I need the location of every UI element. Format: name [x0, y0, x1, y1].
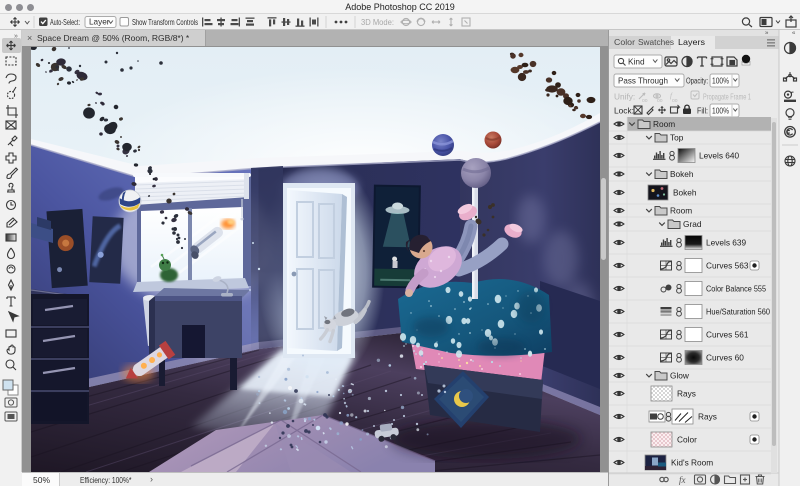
svg-text:100%: 100% [712, 77, 729, 86]
svg-text:Auto-Select:: Auto-Select: [50, 18, 80, 27]
svg-text:Layers: Layers [678, 37, 705, 47]
svg-text:Room: Room [653, 119, 675, 129]
svg-text:Grad: Grad [683, 219, 702, 229]
svg-text:Levels 640: Levels 640 [699, 151, 740, 161]
svg-text:Bokeh: Bokeh [673, 188, 697, 198]
svg-text:Hue/Saturation 560: Hue/Saturation 560 [706, 307, 770, 317]
svg-text:Propagate Frame 1: Propagate Frame 1 [703, 92, 751, 102]
svg-text:Room: Room [670, 206, 692, 216]
svg-text:oo: oo [657, 98, 663, 104]
svg-text:Rays: Rays [698, 412, 717, 422]
svg-text:Curves 561: Curves 561 [706, 330, 749, 340]
svg-text:Swatches: Swatches [638, 37, 674, 47]
svg-text:Kid's Room: Kid's Room [671, 458, 713, 468]
svg-text:Color Balance 555: Color Balance 555 [706, 284, 766, 294]
svg-text:Glow: Glow [670, 371, 690, 381]
svg-text:Opacity:: Opacity: [686, 76, 708, 86]
svg-text:3D Mode:: 3D Mode: [361, 18, 394, 27]
svg-text:Kind: Kind [628, 57, 645, 67]
svg-text:Top: Top [670, 133, 684, 143]
svg-text:Fill:: Fill: [697, 106, 708, 116]
svg-text:100%: 100% [712, 107, 729, 116]
svg-text:Curves 60: Curves 60 [706, 353, 744, 363]
svg-text:Bokeh: Bokeh [670, 169, 694, 179]
svg-text:Levels 639: Levels 639 [706, 238, 747, 248]
svg-text:Show Transform Controls: Show Transform Controls [132, 18, 198, 27]
svg-text:Rays: Rays [677, 389, 696, 399]
svg-text:Lock:: Lock: [614, 106, 634, 116]
svg-text:fx: fx [679, 475, 686, 485]
svg-text:oo: oo [672, 98, 678, 104]
svg-text:Layer: Layer [89, 18, 110, 27]
svg-text:Pass Through: Pass Through [618, 76, 668, 86]
svg-text:Color: Color [614, 37, 635, 47]
svg-text:Color: Color [677, 435, 697, 445]
svg-text:Unify:: Unify: [614, 92, 635, 102]
svg-text:oo: oo [642, 98, 648, 104]
svg-text:Curves 563: Curves 563 [706, 261, 749, 271]
